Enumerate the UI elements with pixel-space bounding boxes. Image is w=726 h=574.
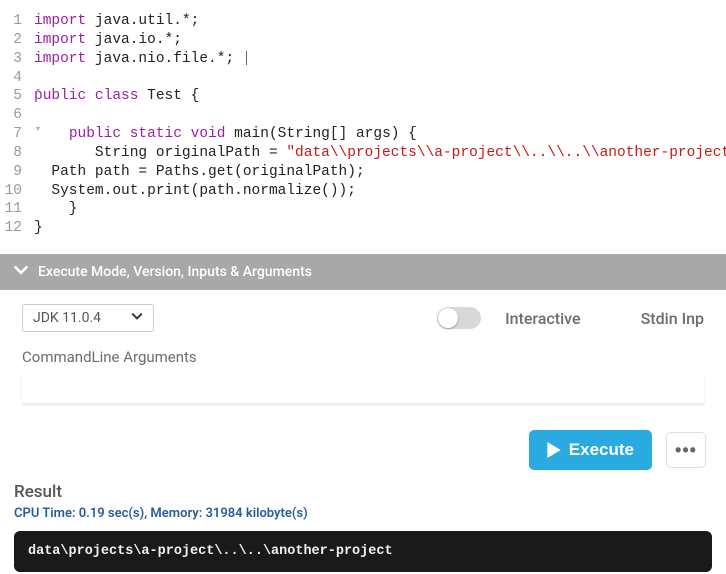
- code-line[interactable]: 9 Path path = Paths.get(originalPath);: [0, 163, 726, 182]
- code-content[interactable]: public static void main(String[] args) {: [34, 125, 726, 144]
- line-number: 8: [0, 144, 34, 163]
- code-line[interactable]: 6: [0, 106, 726, 125]
- line-number: 4: [0, 69, 34, 88]
- more-button[interactable]: •••: [666, 432, 706, 468]
- line-number: 7: [0, 125, 34, 144]
- result-section: Result CPU Time: 0.19 sec(s), Memory: 31…: [0, 482, 726, 572]
- line-number: 6: [0, 106, 34, 125]
- interactive-toggle[interactable]: [437, 307, 481, 329]
- jdk-version-value: JDK 11.0.4: [33, 310, 101, 326]
- chevron-down-icon: [14, 263, 28, 281]
- toggle-knob: [438, 308, 458, 328]
- code-line[interactable]: 2import java.io.*;: [0, 31, 726, 50]
- line-number: 2: [0, 31, 34, 50]
- code-line[interactable]: 10 System.out.print(path.normalize());: [0, 182, 726, 201]
- code-editor[interactable]: 1import java.util.*;2import java.io.*;3i…: [0, 0, 726, 254]
- code-line[interactable]: 8 String originalPath = "data\\projects\…: [0, 144, 726, 163]
- code-line[interactable]: 4: [0, 69, 726, 88]
- line-number: 11: [0, 200, 34, 219]
- code-content[interactable]: }: [34, 200, 726, 219]
- action-row: Execute •••: [0, 408, 726, 482]
- cmdline-args-input[interactable]: [22, 374, 704, 404]
- line-number: 12: [0, 219, 34, 238]
- execute-button-label: Execute: [569, 440, 634, 460]
- line-number: 5: [0, 87, 34, 106]
- cmdline-args-label: CommandLine Arguments: [22, 348, 704, 366]
- code-content[interactable]: String originalPath = "data\\projects\\a…: [34, 144, 726, 163]
- code-line[interactable]: 11 }: [0, 200, 726, 219]
- code-line[interactable]: 12}: [0, 219, 726, 238]
- stdin-label: Stdin Inp: [641, 309, 704, 328]
- text-cursor: [246, 51, 247, 66]
- code-line[interactable]: 3import java.nio.file.*;: [0, 50, 726, 69]
- code-content[interactable]: Path path = Paths.get(originalPath);: [34, 163, 726, 182]
- line-number: 9: [0, 163, 34, 182]
- code-line[interactable]: 5▾public class Test {: [0, 87, 726, 106]
- jdk-version-select[interactable]: JDK 11.0.4: [22, 304, 154, 332]
- code-content[interactable]: import java.util.*;: [34, 12, 726, 31]
- code-content[interactable]: System.out.print(path.normalize());: [34, 182, 726, 201]
- code-content[interactable]: import java.nio.file.*;: [34, 50, 726, 69]
- code-line[interactable]: 1import java.util.*;: [0, 12, 726, 31]
- execute-button[interactable]: Execute: [529, 430, 652, 470]
- console-text: data\projects\a-project\..\..\another-pr…: [28, 544, 393, 559]
- line-number: 3: [0, 50, 34, 69]
- fold-icon[interactable]: ▾: [36, 125, 40, 135]
- fold-icon[interactable]: ▾: [36, 87, 40, 97]
- code-content[interactable]: public class Test {: [34, 87, 726, 106]
- chevron-down-icon: [131, 310, 143, 326]
- execute-config-label: Execute Mode, Version, Inputs & Argument…: [38, 264, 312, 280]
- line-number: 10: [0, 182, 34, 201]
- code-line[interactable]: 7▾ public static void main(String[] args…: [0, 125, 726, 144]
- result-stats: CPU Time: 0.19 sec(s), Memory: 31984 kil…: [14, 506, 712, 521]
- line-number: 1: [0, 12, 34, 31]
- console-output: data\projects\a-project\..\..\another-pr…: [14, 531, 712, 572]
- execute-config-header[interactable]: Execute Mode, Version, Inputs & Argument…: [0, 254, 726, 290]
- interactive-label: Interactive: [505, 309, 581, 328]
- play-icon: [547, 442, 561, 458]
- code-content[interactable]: }: [34, 219, 726, 238]
- config-panel: JDK 11.0.4 Interactive Stdin Inp Command…: [0, 290, 726, 408]
- code-content[interactable]: import java.io.*;: [34, 31, 726, 50]
- result-title: Result: [14, 482, 712, 502]
